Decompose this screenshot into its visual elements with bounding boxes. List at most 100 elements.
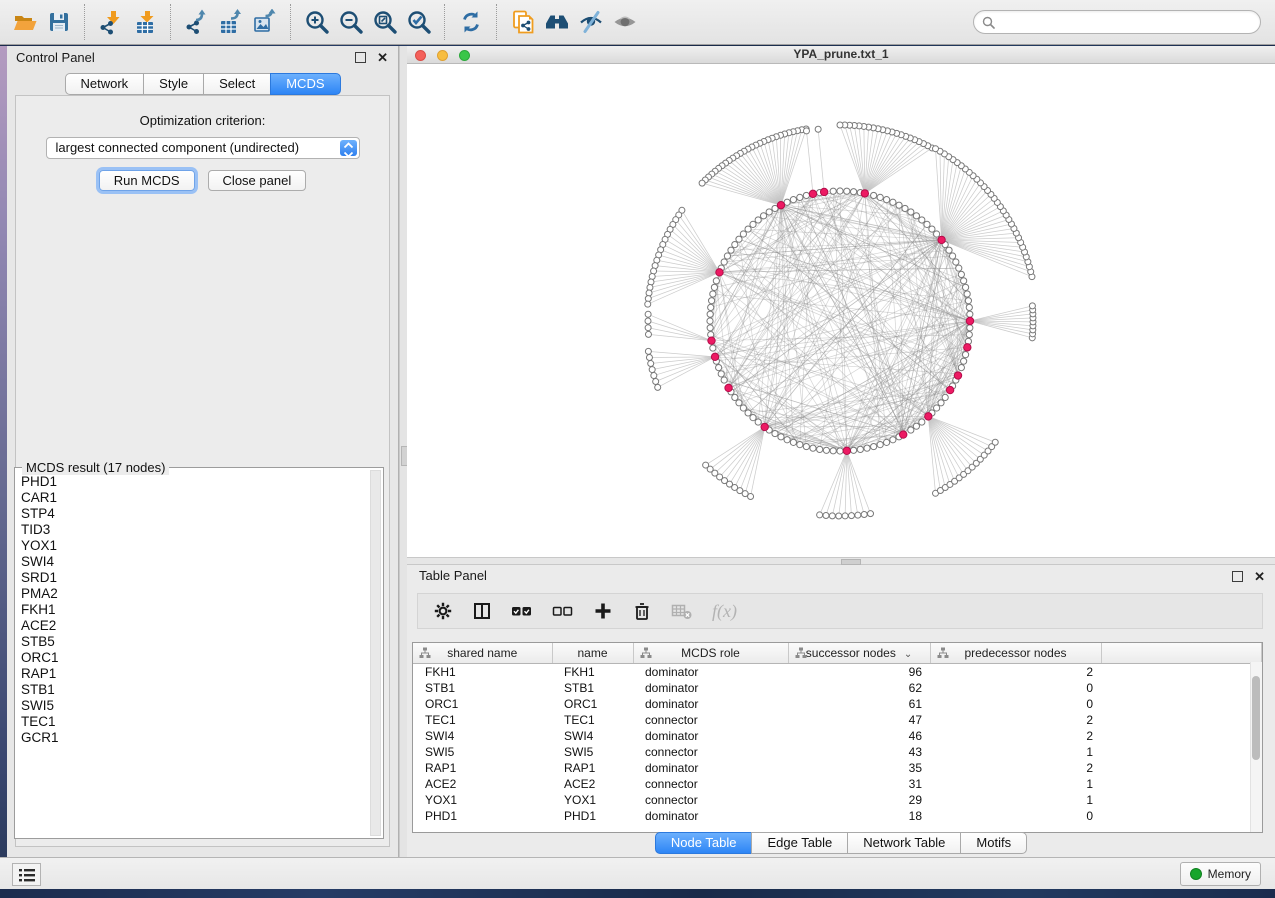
export-table-button[interactable] xyxy=(214,4,248,40)
mcds-result-item[interactable]: SWI5 xyxy=(21,698,383,714)
column-header-mcds-role[interactable]: MCDS role xyxy=(633,643,788,664)
import-network-icon xyxy=(98,9,124,35)
select-all-icon[interactable] xyxy=(511,601,533,621)
zoom-selected-button[interactable] xyxy=(402,4,436,40)
maximize-window-icon[interactable] xyxy=(459,50,470,61)
column-header-predecessor-nodes[interactable]: predecessor nodes xyxy=(930,643,1101,664)
mcds-result-item[interactable]: PMA2 xyxy=(21,586,383,602)
eye-slash-icon xyxy=(578,9,604,35)
network-svg xyxy=(407,64,1275,557)
mcds-result-item[interactable]: FKH1 xyxy=(21,602,383,618)
export-network-button[interactable] xyxy=(180,4,214,40)
table-row[interactable]: ORC1ORC1dominator610 xyxy=(413,696,1262,712)
function-builder-icon: f(x) xyxy=(712,601,737,622)
mcds-result-item[interactable]: TEC1 xyxy=(21,714,383,730)
column-header-name[interactable]: name xyxy=(552,643,633,664)
show-panels-button[interactable] xyxy=(12,863,41,886)
tab-motifs[interactable]: Motifs xyxy=(960,832,1027,854)
hide-selected-button[interactable] xyxy=(574,4,608,40)
open-folder-icon xyxy=(12,9,38,35)
import-table-button[interactable] xyxy=(128,4,162,40)
table-row[interactable]: STB1STB1dominator620 xyxy=(413,680,1262,696)
minimize-window-icon[interactable] xyxy=(437,50,448,61)
table-row[interactable]: FKH1FKH1dominator962 xyxy=(413,664,1262,681)
zoom-in-button[interactable] xyxy=(300,4,334,40)
network-canvas[interactable] xyxy=(407,64,1275,557)
show-all-button[interactable] xyxy=(608,4,642,40)
refresh-layout-button[interactable] xyxy=(454,4,488,40)
criterion-selected-value: largest connected component (undirected) xyxy=(47,138,359,158)
table-row[interactable]: RAP1RAP1dominator352 xyxy=(413,760,1262,776)
mcds-result-item[interactable]: STB5 xyxy=(21,634,383,650)
settings-gear-icon[interactable] xyxy=(433,601,453,621)
tab-mcds[interactable]: MCDS xyxy=(270,73,340,95)
run-mcds-button[interactable]: Run MCDS xyxy=(99,170,195,191)
close-panel-icon[interactable]: ✕ xyxy=(377,53,388,63)
mcds-result-item[interactable]: GCR1 xyxy=(21,730,383,746)
memory-label: Memory xyxy=(1208,867,1251,881)
search-input[interactable] xyxy=(1000,14,1260,31)
mcds-result-item[interactable]: SWI4 xyxy=(21,554,383,570)
tab-select[interactable]: Select xyxy=(203,73,271,95)
column-header-shared-name[interactable]: shared name xyxy=(413,643,552,664)
table-row[interactable]: SWI5SWI5connector431 xyxy=(413,744,1262,760)
zoom-fit-button[interactable] xyxy=(368,4,402,40)
mcds-result-item[interactable]: RAP1 xyxy=(21,666,383,682)
zoom-out-button[interactable] xyxy=(334,4,368,40)
tab-style[interactable]: Style xyxy=(143,73,204,95)
close-panel-icon[interactable]: ✕ xyxy=(1254,572,1265,582)
hierarchy-icon xyxy=(795,647,807,659)
mcds-list-scrollbar[interactable] xyxy=(370,470,381,836)
table-row[interactable]: TEC1TEC1connector472 xyxy=(413,712,1262,728)
table-row[interactable]: SWI4SWI4dominator462 xyxy=(413,728,1262,744)
tab-network[interactable]: Network xyxy=(64,73,144,95)
criterion-select[interactable]: largest connected component (undirected) xyxy=(46,137,360,159)
open-file-button[interactable] xyxy=(8,4,42,40)
search-box[interactable] xyxy=(973,10,1261,34)
network-window-titlebar[interactable]: YPA_prune.txt_1 xyxy=(407,46,1275,64)
delete-row-icon[interactable] xyxy=(632,601,652,621)
node-table-body: FKH1FKH1dominator962STB1STB1dominator620… xyxy=(413,664,1262,825)
horizontal-splitter[interactable] xyxy=(407,557,1275,565)
tab-edge-table[interactable]: Edge Table xyxy=(751,832,848,854)
mcds-result-item[interactable]: ORC1 xyxy=(21,650,383,666)
table-panel-tabs: Node Table Edge Table Network Table Moti… xyxy=(407,832,1275,854)
tab-node-table[interactable]: Node Table xyxy=(655,832,753,854)
table-row[interactable]: YOX1YOX1connector291 xyxy=(413,792,1262,808)
hierarchy-icon xyxy=(640,647,652,659)
mcds-result-item[interactable]: CAR1 xyxy=(21,490,383,506)
float-panel-icon[interactable] xyxy=(355,52,366,63)
close-window-icon[interactable] xyxy=(415,50,426,61)
table-row[interactable]: ACE2ACE2connector311 xyxy=(413,776,1262,792)
close-panel-button[interactable]: Close panel xyxy=(208,170,307,191)
mcds-result-list: PHD1CAR1STP4TID3YOX1SWI4SRD1PMA2FKH1ACE2… xyxy=(15,474,383,746)
save-session-button[interactable] xyxy=(42,4,76,40)
vertical-splitter[interactable] xyxy=(399,46,407,858)
toolbar-separator xyxy=(170,4,172,40)
float-panel-icon[interactable] xyxy=(1232,571,1243,582)
tab-network-table[interactable]: Network Table xyxy=(847,832,961,854)
export-image-button[interactable] xyxy=(248,4,282,40)
memory-button[interactable]: Memory xyxy=(1180,862,1261,886)
mcds-result-item[interactable]: SRD1 xyxy=(21,570,383,586)
column-header-successor-nodes[interactable]: successor nodes⌄ xyxy=(788,643,930,664)
mcds-result-item[interactable]: PHD1 xyxy=(21,474,383,490)
zoom-in-icon xyxy=(304,9,330,35)
import-network-button[interactable] xyxy=(94,4,128,40)
create-column-icon[interactable] xyxy=(472,601,492,621)
mcds-result-item[interactable]: YOX1 xyxy=(21,538,383,554)
find-neighbors-button[interactable] xyxy=(540,4,574,40)
table-scrollbar[interactable] xyxy=(1250,662,1262,832)
add-row-icon[interactable] xyxy=(593,601,613,621)
scrollbar-thumb[interactable] xyxy=(1252,676,1260,760)
table-row[interactable]: PHD1PHD1dominator180 xyxy=(413,808,1262,824)
clone-network-button[interactable] xyxy=(506,4,540,40)
mcds-result-item[interactable]: STB1 xyxy=(21,682,383,698)
node-table: shared name name MCDS role successor nod… xyxy=(412,642,1263,833)
mcds-result-item[interactable]: STP4 xyxy=(21,506,383,522)
mcds-result-item[interactable]: ACE2 xyxy=(21,618,383,634)
hierarchy-icon xyxy=(419,647,431,659)
memory-status-icon xyxy=(1190,868,1202,880)
unselect-all-icon[interactable] xyxy=(552,601,574,621)
mcds-result-item[interactable]: TID3 xyxy=(21,522,383,538)
